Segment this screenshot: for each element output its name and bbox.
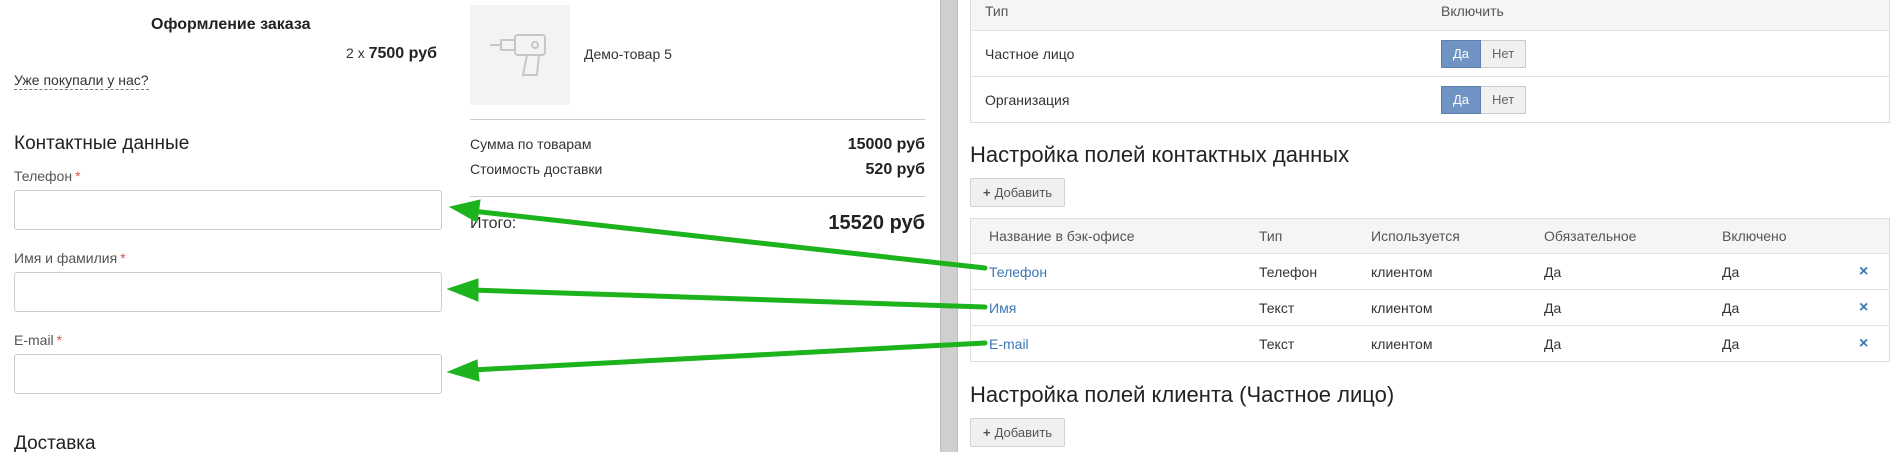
col-enable-header: Включить: [1441, 3, 1504, 19]
table-row: E-mail Текст клиентом Да Да ×: [971, 325, 1889, 361]
field-name-link[interactable]: Имя: [989, 290, 1016, 326]
delete-icon[interactable]: ×: [1859, 254, 1868, 290]
checkout-page: Оформление заказа Уже покупали у нас? Ко…: [0, 0, 940, 452]
field-used: клиентом: [1371, 300, 1433, 316]
table-row: Организация Да Нет: [971, 76, 1889, 122]
field-type: Текст: [1259, 336, 1295, 352]
col-required-header: Обязательное: [1544, 228, 1637, 244]
yes-button[interactable]: Да: [1441, 86, 1482, 114]
enable-toggle: Да Нет: [1441, 40, 1527, 68]
table-row: Телефон Телефон клиентом Да Да ×: [971, 253, 1889, 289]
required-mark: *: [75, 168, 81, 184]
enable-toggle: Да Нет: [1441, 86, 1527, 114]
name-label-text: Имя и фамилия: [14, 250, 118, 266]
plus-icon: +: [983, 185, 991, 200]
email-input[interactable]: [14, 354, 442, 394]
goods-sum-value: 15000 руб: [847, 136, 925, 153]
name-label: Имя и фамилия *: [14, 250, 126, 266]
divider: [470, 119, 925, 120]
col-type-header: Тип: [1259, 228, 1283, 244]
table-header: Тип Включить: [971, 0, 1889, 30]
add-label: Добавить: [994, 425, 1053, 440]
field-type: Текст: [1259, 300, 1295, 316]
goods-sum-label: Сумма по товарам: [470, 136, 592, 152]
delivery-section-heading: Доставка: [14, 433, 96, 452]
email-label-text: E-mail: [14, 332, 54, 348]
delete-icon[interactable]: ×: [1859, 326, 1868, 362]
table-row: Частное лицо Да Нет: [971, 30, 1889, 76]
drill-icon: [490, 34, 546, 76]
product-quantity: 2 x 7500 руб: [346, 45, 437, 63]
no-button[interactable]: Нет: [1481, 86, 1527, 114]
delivery-cost-value: 520 руб: [865, 161, 925, 178]
plus-icon: +: [983, 425, 991, 440]
add-label: Добавить: [994, 185, 1053, 200]
checkout-title: Оформление заказа: [151, 16, 311, 33]
field-enabled: Да: [1722, 264, 1740, 280]
field-used: клиентом: [1371, 336, 1433, 352]
field-type: Телефон: [1259, 264, 1318, 280]
type-name: Организация: [985, 92, 1070, 108]
field-used: клиентом: [1371, 264, 1433, 280]
col-type-header: Тип: [985, 3, 1009, 19]
field-required: Да: [1544, 336, 1562, 352]
phone-label-text: Телефон: [14, 168, 73, 184]
delete-icon[interactable]: ×: [1859, 290, 1868, 326]
field-name-link[interactable]: E-mail: [989, 326, 1029, 362]
field-name-link[interactable]: Телефон: [989, 254, 1047, 290]
contact-section-heading: Контактные данные: [14, 133, 190, 154]
field-enabled: Да: [1722, 336, 1740, 352]
col-used-header: Используется: [1371, 228, 1460, 244]
no-button[interactable]: Нет: [1481, 40, 1527, 68]
contact-fields-table: Название в бэк-офисе Тип Используется Об…: [970, 218, 1890, 362]
total-value: 15520 руб: [828, 212, 925, 234]
divider: [470, 196, 925, 197]
already-bought-link[interactable]: Уже покупали у нас?: [14, 72, 149, 90]
required-mark: *: [120, 250, 126, 266]
product-thumbnail[interactable]: [470, 5, 570, 105]
type-name: Частное лицо: [985, 46, 1075, 62]
phone-label: Телефон *: [14, 168, 81, 184]
add-contact-field-button[interactable]: + Добавить: [970, 178, 1066, 207]
field-enabled: Да: [1722, 300, 1740, 316]
required-mark: *: [56, 332, 63, 348]
table-row: Имя Текст клиентом Да Да ×: [971, 289, 1889, 325]
contact-fields-title: Настройка полей контактных данных: [970, 142, 1350, 167]
table-header: Название в бэк-офисе Тип Используется Об…: [971, 219, 1889, 253]
field-required: Да: [1544, 264, 1562, 280]
email-label: E-mail *: [14, 332, 62, 348]
customer-type-table: Тип Включить Частное лицо Да Нет Организ…: [970, 0, 1890, 123]
yes-button[interactable]: Да: [1441, 40, 1482, 68]
admin-settings-page: Тип Включить Частное лицо Да Нет Организ…: [958, 0, 1898, 452]
client-fields-title: Настройка полей клиента (Частное лицо): [970, 382, 1395, 407]
col-name-header: Название в бэк-офисе: [989, 228, 1135, 244]
delivery-cost-label: Стоимость доставки: [470, 161, 603, 177]
product-name[interactable]: Демо-товар 5: [584, 46, 672, 62]
scrollbar[interactable]: [940, 0, 958, 452]
col-enabled-header: Включено: [1722, 228, 1787, 244]
add-client-field-button[interactable]: + Добавить: [970, 418, 1066, 447]
name-input[interactable]: [14, 272, 442, 312]
total-label: Итого:: [470, 215, 517, 232]
qty-prefix: 2 x: [346, 45, 365, 61]
screenshot-root: Оформление заказа Уже покупали у нас? Ко…: [0, 0, 1898, 452]
product-price: 7500 руб: [368, 45, 437, 62]
field-required: Да: [1544, 300, 1562, 316]
phone-input[interactable]: [14, 190, 442, 230]
